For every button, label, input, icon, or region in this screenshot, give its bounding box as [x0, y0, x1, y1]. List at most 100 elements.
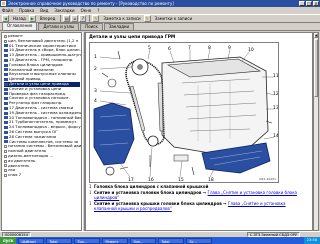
tree-item-label: сная 7: [8, 172, 22, 178]
menu-window[interactable]: Окно: [81, 8, 92, 13]
start-button[interactable]: пуск: [0, 237, 17, 244]
svg-text:16: 16: [148, 177, 154, 182]
taskbar-item[interactable]: Шаблон: [18, 237, 45, 244]
description-row: 1 Снятие и установка крышки головки блок…: [89, 201, 304, 212]
menu-bar: Файл Правка Вид Закладки Окно ?: [0, 7, 320, 14]
item-label: Головка блока цилиндров с клапанной крыш…: [94, 184, 209, 189]
back-label[interactable]: Назад: [13, 16, 26, 21]
tab-search[interactable]: Поиск: [80, 23, 103, 30]
book-icon: [4, 111, 8, 115]
expand-box-icon: [4, 34, 7, 38]
svg-text:4: 4: [94, 98, 97, 104]
home-icon: ⌂: [73, 16, 77, 21]
menu-help[interactable]: ?: [97, 8, 99, 13]
expand-box-icon: [4, 169, 7, 173]
book-icon: [4, 87, 8, 91]
item-text: Головка блока цилиндров с клапанной крыш…: [94, 184, 304, 190]
toolbar: ◀ Назад ▶ Вперед ▤ ⌂ ? ✎ Заметка к запис…: [0, 14, 320, 23]
book-icon: [4, 92, 8, 96]
book-icon: [4, 102, 8, 106]
bookmark-go-button[interactable]: ✎: [143, 15, 151, 22]
tree-item[interactable]: сная 7: [4, 172, 80, 178]
book-icon: [4, 135, 8, 139]
book-icon: [4, 49, 8, 53]
bookmark-go-label[interactable]: Заметки к записи: [155, 16, 192, 21]
tab-bookmarks[interactable]: Закладки: [103, 23, 135, 30]
svg-text:7: 7: [188, 45, 191, 51]
book-icon: [4, 73, 8, 77]
help-button[interactable]: ?: [79, 15, 87, 22]
book-icon: [4, 82, 8, 86]
svg-text:17: 17: [128, 177, 134, 182]
book-icon: [4, 116, 8, 120]
taskbar-item[interactable]: Эле...: [130, 237, 157, 244]
parts-diagram: 1234 5678 9101112 13141516 1718 N15-1029…: [89, 42, 279, 183]
svg-text:14: 14: [273, 133, 278, 139]
taskbar-item[interactable]: Ремонт: [102, 237, 129, 244]
forward-button[interactable]: ▶: [28, 15, 36, 22]
chain-tensioner-rail: [157, 82, 164, 132]
book-icon: [4, 78, 8, 82]
camshaft-sprocket-hub: [137, 64, 143, 70]
home-button[interactable]: ⌂: [71, 15, 79, 22]
close-button[interactable]: ×: [313, 1, 319, 6]
expand-box-icon: [4, 174, 7, 177]
content-pane: Детали и узлы цепи привода ГРМ 1 2 3 4 5…: [85, 32, 313, 231]
arrow-right-icon: ▶: [30, 16, 34, 21]
parts-description: 1 Головка блока цилиндров с клапанной кр…: [89, 184, 304, 213]
toolbar-separator: [60, 15, 62, 22]
description-row: 1 Головка блока цилиндров с клапанной кр…: [89, 184, 304, 190]
tab-parts[interactable]: Детали и узлы: [38, 23, 80, 30]
expand-box-icon: [4, 150, 7, 154]
svg-text:15: 15: [178, 177, 184, 182]
tab-contents[interactable]: Оглавление: [2, 22, 38, 30]
contents-tree[interactable]: ремонт цил. бензиновый двигатель (1,2 л 01…: [1, 32, 82, 231]
pulley: [107, 78, 117, 88]
minimize-button[interactable]: _: [299, 1, 305, 6]
forward-label[interactable]: Вперед: [40, 16, 56, 21]
svg-text:10: 10: [248, 47, 254, 53]
expand-box-icon: [4, 39, 7, 43]
back-button[interactable]: ◀: [2, 15, 9, 22]
scroll-up-arrow-icon[interactable]: ▲: [314, 33, 318, 38]
book-icon: [4, 126, 8, 130]
expand-box-icon: [4, 159, 7, 163]
timing-cover: [93, 102, 135, 166]
menu-view[interactable]: Вид: [40, 8, 48, 13]
book-icon: [4, 58, 8, 62]
taskbar-item[interactable]: Total: [46, 237, 73, 244]
page-title: Детали и узлы цепи привода ГРМ: [89, 35, 176, 40]
app-icon: [1, 1, 6, 6]
crank-sprocket: [147, 135, 159, 147]
svg-text:5: 5: [148, 45, 151, 51]
book-icon: [4, 63, 8, 67]
book-icon: [4, 130, 8, 134]
bookmark-add-label[interactable]: Заметка к записи: [103, 16, 140, 21]
printer-icon: ▤: [65, 16, 69, 21]
svg-text:12: 12: [273, 91, 278, 97]
menu-edit[interactable]: Правка: [19, 8, 34, 13]
taskbar-item[interactable]: Total: [158, 237, 185, 244]
seal-ring: [105, 166, 115, 176]
book-icon: [4, 121, 8, 125]
svg-text:1: 1: [94, 54, 97, 60]
menu-file[interactable]: Файл: [2, 8, 13, 13]
taskbar-item[interactable]: Sc...: [186, 237, 213, 244]
svg-text:8: 8: [208, 45, 211, 51]
engine-exploded-view: 1234 5678 9101112 13141516 1718: [93, 45, 279, 183]
svg-text:3: 3: [94, 88, 97, 94]
expand-box-icon: [4, 154, 7, 158]
svg-text:2: 2: [94, 66, 97, 72]
help-icon: ?: [81, 16, 84, 21]
expand-box-icon: [4, 164, 7, 168]
svg-text:13: 13: [273, 105, 278, 111]
content-scrollbar[interactable]: ▲: [313, 32, 319, 231]
taskbar-item[interactable]: Тор...: [74, 237, 101, 244]
print-button[interactable]: ▤: [63, 15, 71, 22]
scroll-thumb[interactable]: [314, 39, 318, 97]
maximize-button[interactable]: □: [306, 1, 312, 6]
bookmark-add-button[interactable]: ✎: [92, 15, 100, 22]
menu-bookmarks[interactable]: Закладки: [54, 8, 74, 13]
figure-id: N15-10291: [259, 177, 276, 181]
arrow-left-icon: ◀: [3, 16, 8, 21]
